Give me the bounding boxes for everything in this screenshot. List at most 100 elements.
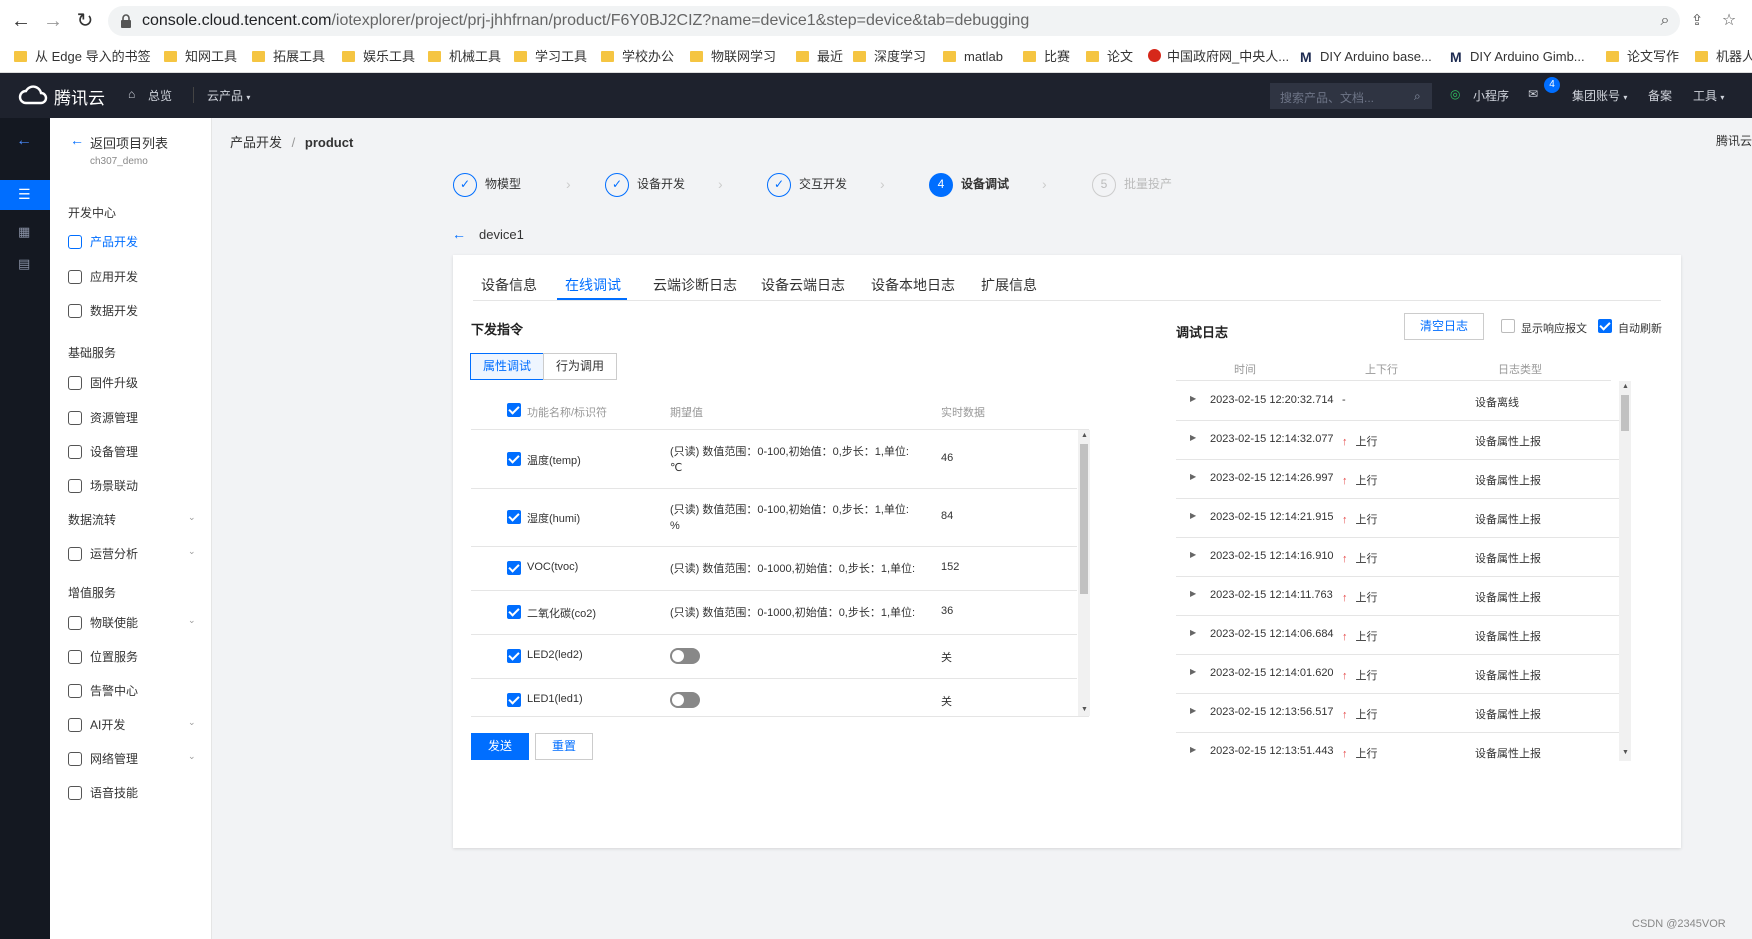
- reset-button[interactable]: 重置: [535, 733, 593, 760]
- forward-arrow-icon[interactable]: →: [42, 10, 64, 32]
- step-1[interactable]: ✓ 物模型: [453, 170, 521, 198]
- sidenav-item[interactable]: 网络管理 ⌄: [68, 750, 196, 767]
- back-to-projects-link[interactable]: 返回项目列表: [90, 133, 168, 152]
- sidenav-item[interactable]: 固件升级: [68, 374, 138, 391]
- sidenav-item[interactable]: 位置服务: [68, 648, 138, 665]
- sidenav-item[interactable]: 数据开发: [68, 302, 138, 319]
- row-checkbox[interactable]: [507, 693, 521, 707]
- book-icon[interactable]: ▤: [18, 256, 30, 272]
- step-3[interactable]: ✓ 交互开发: [767, 170, 847, 198]
- tencent-cloud-logo-icon[interactable]: [18, 85, 48, 107]
- subtab-action-call[interactable]: 行为调用: [543, 353, 617, 380]
- grid-icon[interactable]: ▦: [18, 224, 30, 240]
- scrollbar-thumb[interactable]: [1621, 395, 1629, 431]
- tab-4[interactable]: 设备本地日志: [871, 275, 955, 295]
- expand-caret-icon[interactable]: ▶: [1190, 706, 1196, 715]
- share-icon[interactable]: ⇪: [1686, 10, 1708, 32]
- back-arrow-icon[interactable]: ←: [10, 10, 32, 32]
- mail-icon[interactable]: ✉: [1528, 87, 1538, 101]
- expand-caret-icon[interactable]: ▶: [1190, 550, 1196, 559]
- expand-caret-icon[interactable]: ▶: [1190, 394, 1196, 403]
- sidenav-item[interactable]: 语音技能: [68, 784, 138, 801]
- home-icon[interactable]: ⌂: [128, 87, 135, 101]
- tab-5[interactable]: 扩展信息: [981, 275, 1037, 295]
- sidenav-item[interactable]: AI开发 ⌄: [68, 716, 196, 733]
- bookmark-item[interactable]: 从 Edge 导入的书签: [14, 46, 151, 68]
- log-scrollbar[interactable]: ▲ ▼: [1619, 381, 1631, 761]
- expand-caret-icon[interactable]: ▶: [1190, 745, 1196, 754]
- overview-link[interactable]: 总览: [148, 87, 172, 104]
- row-checkbox[interactable]: [507, 452, 521, 466]
- tab-1[interactable]: 在线调试: [565, 275, 621, 295]
- bookmark-item[interactable]: 学习工具: [514, 46, 587, 68]
- sidenav-item[interactable]: 场景联动: [68, 477, 138, 494]
- led-toggle[interactable]: [670, 692, 700, 708]
- brand-name[interactable]: 腾讯云: [54, 84, 105, 109]
- bookmark-item[interactable]: 论文: [1086, 46, 1133, 68]
- expand-caret-icon[interactable]: ▶: [1190, 628, 1196, 637]
- tab-2[interactable]: 云端诊断日志: [653, 275, 737, 295]
- zoom-icon[interactable]: ⌕: [1654, 10, 1676, 32]
- rail-item-list-active[interactable]: ☰: [0, 180, 50, 210]
- sidenav-item[interactable]: 资源管理: [68, 409, 138, 426]
- tab-0[interactable]: 设备信息: [481, 275, 537, 295]
- beian-link[interactable]: 备案: [1648, 87, 1672, 104]
- send-button[interactable]: 发送: [471, 733, 529, 760]
- bookmark-item[interactable]: 深度学习: [853, 46, 926, 68]
- clear-log-button[interactable]: 清空日志: [1404, 313, 1484, 340]
- scroll-down-icon[interactable]: ▼: [1622, 749, 1629, 756]
- search-input[interactable]: 搜索产品、文档... ⌕: [1270, 83, 1432, 109]
- bookmark-item[interactable]: matlab: [943, 46, 1003, 68]
- bookmark-item[interactable]: 知网工具: [164, 46, 237, 68]
- led-toggle[interactable]: [670, 648, 700, 664]
- bookmark-item[interactable]: 娱乐工具: [342, 46, 415, 68]
- auto-refresh-checkbox[interactable]: [1598, 319, 1612, 333]
- back-arrow-icon[interactable]: ←: [70, 132, 84, 148]
- row-checkbox[interactable]: [507, 605, 521, 619]
- sidenav-item[interactable]: 设备管理: [68, 443, 138, 460]
- bookmark-item[interactable]: 比赛: [1023, 46, 1070, 68]
- row-checkbox[interactable]: [507, 649, 521, 663]
- expand-caret-icon[interactable]: ▶: [1190, 433, 1196, 442]
- products-menu[interactable]: 云产品 ▾: [207, 87, 250, 104]
- row-checkbox[interactable]: [507, 510, 521, 524]
- bookmark-item[interactable]: 中国政府网_中央人...: [1148, 46, 1289, 68]
- account-menu[interactable]: 集团账号 ▾: [1572, 87, 1627, 104]
- bookmark-item[interactable]: 物联网学习: [690, 46, 776, 68]
- row-checkbox[interactable]: [507, 561, 521, 575]
- expand-caret-icon[interactable]: ▶: [1190, 589, 1196, 598]
- sidenav-item[interactable]: 应用开发: [68, 268, 138, 285]
- reload-icon[interactable]: ↻: [74, 10, 96, 32]
- step-5[interactable]: 5 批量投产: [1092, 170, 1172, 198]
- bookmark-item[interactable]: 拓展工具: [252, 46, 325, 68]
- bookmark-item[interactable]: 机械工具: [428, 46, 501, 68]
- step-4[interactable]: 4 设备调试: [929, 170, 1009, 198]
- sidenav-item[interactable]: 运营分析 ⌄: [68, 545, 196, 562]
- collapse-arrow-icon[interactable]: ←: [16, 132, 32, 150]
- scrollbar-thumb[interactable]: [1080, 444, 1088, 594]
- bookmark-item[interactable]: 机器人: [1695, 46, 1752, 68]
- scroll-up-icon[interactable]: ▲: [1622, 383, 1629, 390]
- sidenav-item[interactable]: 产品开发: [68, 233, 138, 250]
- sidenav-item[interactable]: 告警中心: [68, 682, 138, 699]
- tab-3[interactable]: 设备云端日志: [761, 275, 845, 295]
- tools-menu[interactable]: 工具 ▾: [1693, 87, 1724, 104]
- expand-caret-icon[interactable]: ▶: [1190, 511, 1196, 520]
- mini-program-link[interactable]: 小程序: [1473, 87, 1509, 104]
- bookmark-item[interactable]: 学校办公: [601, 46, 674, 68]
- step-2[interactable]: ✓ 设备开发: [605, 170, 685, 198]
- select-all-checkbox[interactable]: [507, 403, 521, 417]
- bookmark-item[interactable]: 论文写作: [1606, 46, 1679, 68]
- sidenav-item[interactable]: 物联使能 ⌄: [68, 614, 196, 631]
- sidenav-item[interactable]: 数据流转 ⌄: [68, 511, 196, 528]
- bookmark-item[interactable]: M DIY Arduino Gimb...: [1450, 46, 1585, 68]
- scroll-down-icon[interactable]: ▼: [1081, 706, 1088, 713]
- expand-caret-icon[interactable]: ▶: [1190, 667, 1196, 676]
- expand-caret-icon[interactable]: ▶: [1190, 472, 1196, 481]
- favorite-star-icon[interactable]: ☆: [1718, 10, 1740, 32]
- bookmark-item[interactable]: M DIY Arduino base...: [1300, 46, 1432, 68]
- back-arrow-icon[interactable]: ←: [452, 226, 466, 242]
- show-response-checkbox[interactable]: [1501, 319, 1515, 333]
- subtab-property-debug[interactable]: 属性调试: [470, 353, 544, 380]
- scroll-up-icon[interactable]: ▲: [1081, 432, 1088, 439]
